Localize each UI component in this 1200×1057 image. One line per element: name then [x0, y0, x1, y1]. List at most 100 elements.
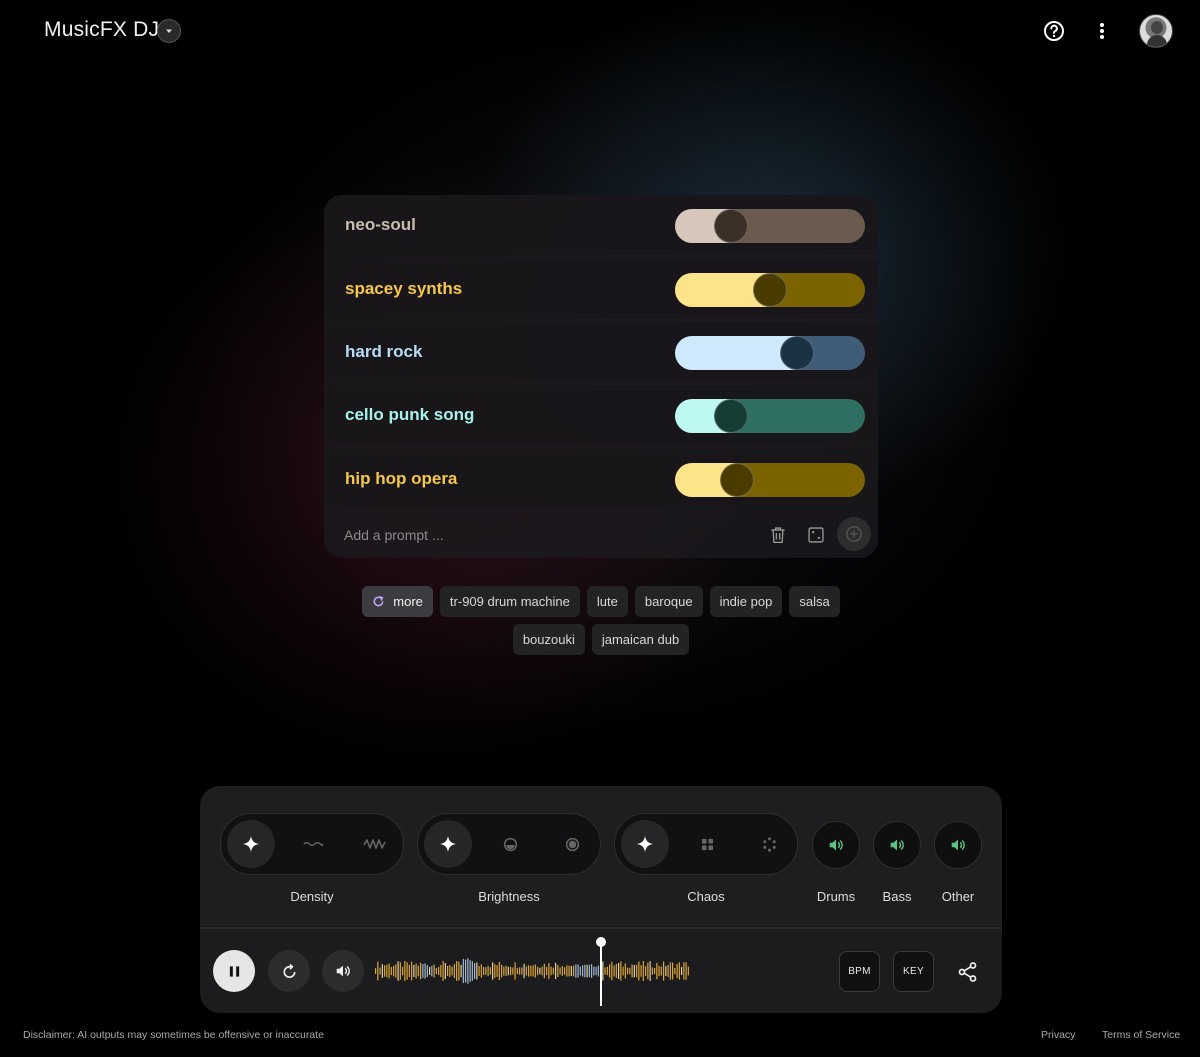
- waveform-bar: [505, 965, 507, 977]
- prompt-label[interactable]: neo-soul: [345, 215, 416, 235]
- waveform-bar: [550, 966, 552, 976]
- waveform-bar: [555, 962, 557, 980]
- sparkle-icon: [636, 835, 654, 853]
- waveform-bar: [640, 965, 642, 977]
- waveform-bar: [469, 960, 471, 982]
- waveform-bar: [656, 962, 658, 980]
- more-label: more: [393, 594, 423, 609]
- bpm-button[interactable]: BPM: [839, 951, 880, 992]
- suggestion-chip[interactable]: indie pop: [709, 586, 783, 617]
- grid-dots-icon: [701, 838, 713, 850]
- waveform-bar: [557, 964, 559, 978]
- waveform-bar: [636, 964, 638, 978]
- density-high-button[interactable]: [351, 820, 399, 868]
- waveform-bar: [496, 965, 498, 977]
- density-label: Density: [290, 889, 334, 904]
- suggestion-chip[interactable]: jamaican dub: [591, 624, 690, 655]
- more-vert-icon: [1100, 23, 1104, 39]
- waveform-bar: [525, 966, 527, 976]
- help-icon: [1044, 21, 1064, 41]
- slider-knob[interactable]: [780, 336, 814, 370]
- waveform-bar: [681, 966, 683, 976]
- waveform-bar: [404, 961, 406, 981]
- prompt-label[interactable]: hip hop opera: [345, 469, 457, 489]
- terms-link[interactable]: Terms of Service: [1102, 1029, 1180, 1041]
- waveform-bar: [676, 964, 678, 978]
- more-suggestions-chip[interactable]: more: [362, 586, 433, 617]
- waveform-bar: [449, 965, 451, 977]
- waveform-bar: [426, 965, 428, 977]
- waveform-bar: [413, 964, 415, 978]
- user-avatar[interactable]: [1139, 14, 1173, 48]
- chaos-low-button[interactable]: [683, 820, 731, 868]
- suggestion-chip[interactable]: lute: [586, 586, 628, 617]
- prompt-panel: neo-soul spacey synths hard rock cello punk…: [324, 195, 878, 558]
- slider-knob[interactable]: [714, 209, 748, 243]
- waveform-bar: [415, 963, 417, 979]
- brightness-auto-button[interactable]: [424, 820, 472, 868]
- waveform-bar: [501, 964, 503, 978]
- app-menu-dropdown-button[interactable]: [157, 19, 181, 43]
- waveform-bar: [429, 967, 431, 975]
- density-low-button[interactable]: [289, 820, 337, 868]
- density-auto-button[interactable]: [227, 820, 275, 868]
- app-title: MusicFX DJ: [44, 18, 160, 41]
- prompt-label[interactable]: cello punk song: [345, 405, 474, 425]
- waveform-bar: [390, 966, 392, 976]
- delete-prompts-button[interactable]: [767, 523, 789, 547]
- other-mute-button[interactable]: [934, 821, 982, 869]
- waveform-bar: [489, 967, 491, 975]
- prompt-label[interactable]: hard rock: [345, 342, 422, 362]
- privacy-link[interactable]: Privacy: [1041, 1029, 1075, 1041]
- waveform-bar: [627, 967, 629, 975]
- slider-knob[interactable]: [720, 463, 754, 497]
- prompt-label[interactable]: spacey synths: [345, 279, 462, 299]
- audio-waveform[interactable]: [374, 956, 690, 986]
- add-prompt-input[interactable]: [344, 524, 744, 546]
- volume-button[interactable]: [322, 950, 364, 992]
- drums-label: Drums: [816, 889, 856, 904]
- slider-knob[interactable]: [714, 399, 748, 433]
- brightness-dim-button[interactable]: [486, 820, 534, 868]
- prompt-weight-slider[interactable]: [675, 273, 865, 307]
- key-button[interactable]: KEY: [893, 951, 934, 992]
- more-options-button[interactable]: [1092, 19, 1112, 43]
- suggestion-chip[interactable]: baroque: [634, 586, 703, 617]
- waveform-bar: [561, 966, 563, 976]
- waveform-bar: [471, 961, 473, 981]
- reset-button[interactable]: [268, 950, 310, 992]
- waveform-bar: [386, 964, 388, 978]
- prompt-weight-slider[interactable]: [675, 336, 865, 370]
- chaos-high-button[interactable]: [745, 820, 793, 868]
- prompt-weight-slider[interactable]: [675, 399, 865, 433]
- suggestion-chip[interactable]: salsa: [789, 586, 840, 617]
- chaos-auto-button[interactable]: [621, 820, 669, 868]
- help-button[interactable]: [1042, 19, 1066, 43]
- waveform-bar: [624, 963, 626, 979]
- brightness-bright-button[interactable]: [548, 820, 596, 868]
- add-prompt-button[interactable]: [837, 517, 871, 551]
- prompt-weight-slider[interactable]: [675, 463, 865, 497]
- drums-mute-button[interactable]: [812, 821, 860, 869]
- waveform-bar: [570, 965, 572, 977]
- waveform-bar: [654, 967, 656, 974]
- prompt-weight-slider[interactable]: [675, 209, 865, 243]
- waveform-bar: [658, 965, 660, 977]
- waveform-bar: [687, 966, 689, 976]
- waveform-bar: [447, 966, 449, 976]
- random-prompt-button[interactable]: [805, 523, 827, 547]
- waveform-bar: [494, 964, 496, 978]
- waveform-bar: [417, 965, 419, 977]
- add-circle-icon: [846, 526, 862, 542]
- share-button[interactable]: [956, 960, 980, 984]
- waveform-bar: [516, 967, 518, 975]
- waveform-bar: [631, 964, 633, 978]
- slider-knob[interactable]: [753, 273, 787, 307]
- playhead[interactable]: [596, 937, 606, 1006]
- suggestion-chip[interactable]: tr-909 drum machine: [439, 586, 580, 617]
- waveform-bar: [476, 962, 478, 980]
- suggestion-chip[interactable]: bouzouki: [512, 624, 585, 655]
- waveform-bar: [480, 964, 482, 978]
- bass-mute-button[interactable]: [873, 821, 921, 869]
- pause-button[interactable]: [213, 950, 255, 992]
